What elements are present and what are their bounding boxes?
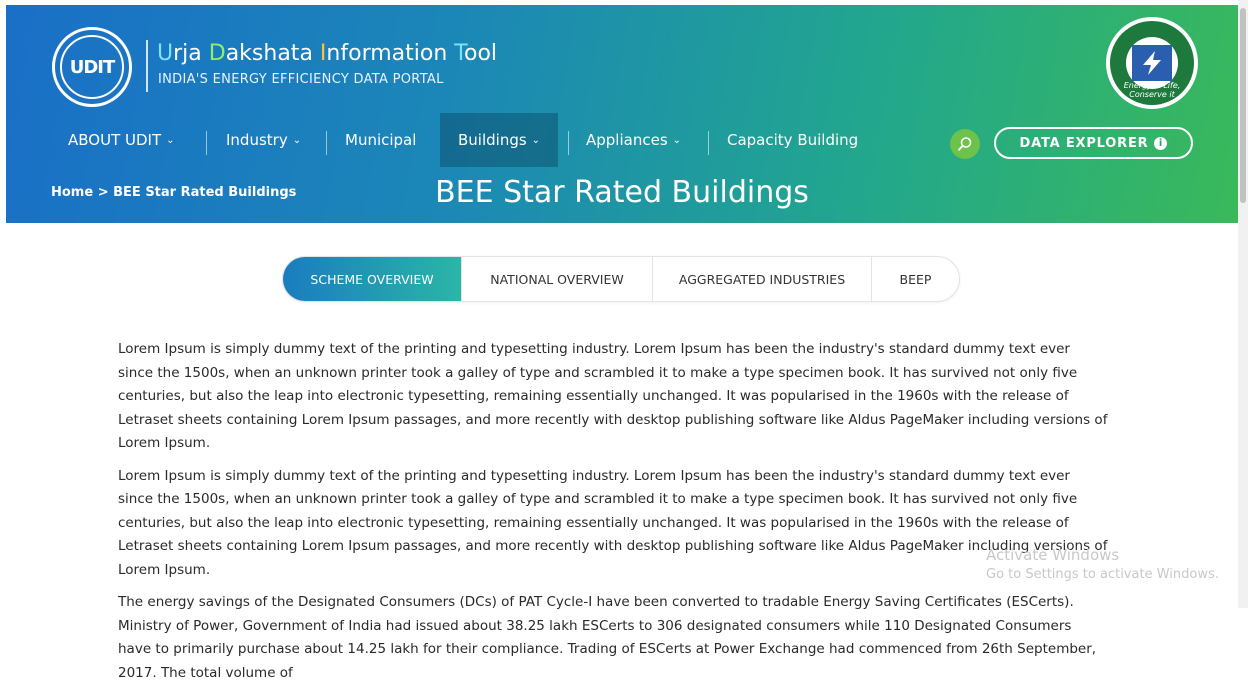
site-header: UDIT Urja Dakshata Information Tool INDI… — [6, 5, 1238, 223]
nav-separator — [568, 131, 569, 155]
nav-appliances[interactable]: Appliances ⌄ — [586, 113, 681, 167]
nav-about-udit[interactable]: ABOUT UDIT ⌄ — [68, 113, 175, 167]
info-icon: i — [1154, 136, 1168, 150]
bee-logo-ring: Energy is Life, Conserve it — [1110, 21, 1194, 105]
brand-subtitle: INDIA'S ENERGY EFFICIENCY DATA PORTAL — [158, 72, 444, 87]
udit-logo[interactable]: UDIT — [52, 27, 132, 107]
bee-bolt-icon — [1132, 45, 1172, 81]
chevron-down-icon: ⌄ — [166, 134, 175, 146]
chevron-down-icon: ⌄ — [531, 134, 541, 146]
brand-title-cap-4: T — [454, 41, 464, 66]
brand-title-cap-1: U — [157, 41, 174, 66]
nav-label: Industry — [226, 131, 288, 149]
scheme-overview-content: Lorem Ipsum is simply dummy text of the … — [118, 338, 1108, 694]
brand-title-rest-1: rja — [173, 41, 209, 66]
content-paragraph: Lorem Ipsum is simply dummy text of the … — [118, 341, 1108, 451]
brand-title-rest-2: akshata — [225, 41, 320, 66]
bee-logo-motto: Energy is Life, Conserve it — [1123, 81, 1181, 99]
nav-buildings[interactable]: Buildings ⌄ — [440, 113, 559, 167]
udit-logo-text: UDIT — [60, 35, 124, 99]
windows-activation-watermark: Activate Windows Go to Settings to activ… — [986, 546, 1219, 584]
brand-title-rest-4: ool — [463, 41, 498, 66]
watermark-line-1: Activate Windows — [986, 546, 1120, 564]
tab-scheme-overview[interactable]: SCHEME OVERVIEW — [283, 257, 462, 301]
brand-title-rest-3: nformation — [326, 41, 455, 66]
nav-separator — [708, 131, 709, 155]
brand-divider — [146, 40, 148, 92]
nav-separator — [206, 131, 207, 155]
tab-beep[interactable]: BEEP — [872, 257, 959, 301]
data-explorer-button[interactable]: DATA EXPLORER i — [994, 127, 1193, 159]
search-icon — [958, 137, 972, 151]
scrollbar-thumb[interactable] — [1240, 8, 1246, 203]
nav-label: Municipal — [345, 131, 417, 149]
nav-label: Buildings — [458, 131, 527, 149]
nav-municipal[interactable]: Municipal — [345, 113, 416, 167]
overview-tabs: SCHEME OVERVIEW NATIONAL OVERVIEW AGGREG… — [282, 256, 960, 302]
nav-industry[interactable]: Industry ⌄ — [226, 113, 301, 167]
bee-logo[interactable]: Energy is Life, Conserve it — [1106, 17, 1198, 109]
brand-title-cap-2: D — [208, 41, 226, 66]
chevron-down-icon: ⌄ — [292, 134, 302, 146]
nav-separator — [326, 131, 327, 155]
data-explorer-label: DATA EXPLORER — [1019, 135, 1149, 151]
tab-national-overview[interactable]: NATIONAL OVERVIEW — [462, 257, 653, 301]
nav-label: ABOUT UDIT — [68, 131, 162, 149]
content-paragraph: The energy savings of the Designated Con… — [118, 594, 1097, 681]
chevron-down-icon: ⌄ — [672, 134, 682, 146]
nav-capacity-building[interactable]: Capacity Building — [727, 113, 858, 167]
page-title: BEE Star Rated Buildings — [435, 175, 809, 210]
search-button[interactable] — [950, 129, 980, 159]
tab-aggregated-industries[interactable]: AGGREGATED INDUSTRIES — [653, 257, 872, 301]
lightning-icon — [1143, 51, 1161, 75]
content-paragraph: Lorem Ipsum is simply dummy text of the … — [118, 467, 1108, 578]
nav-label: Appliances — [586, 131, 668, 149]
nav-label: Capacity Building — [727, 131, 859, 149]
brand-title: Urja Dakshata Information Tool — [157, 41, 497, 66]
main-nav: ABOUT UDIT ⌄ Industry ⌄ Municipal Building… — [6, 113, 1238, 167]
watermark-line-2: Go to Settings to activate Windows. — [986, 567, 1219, 582]
